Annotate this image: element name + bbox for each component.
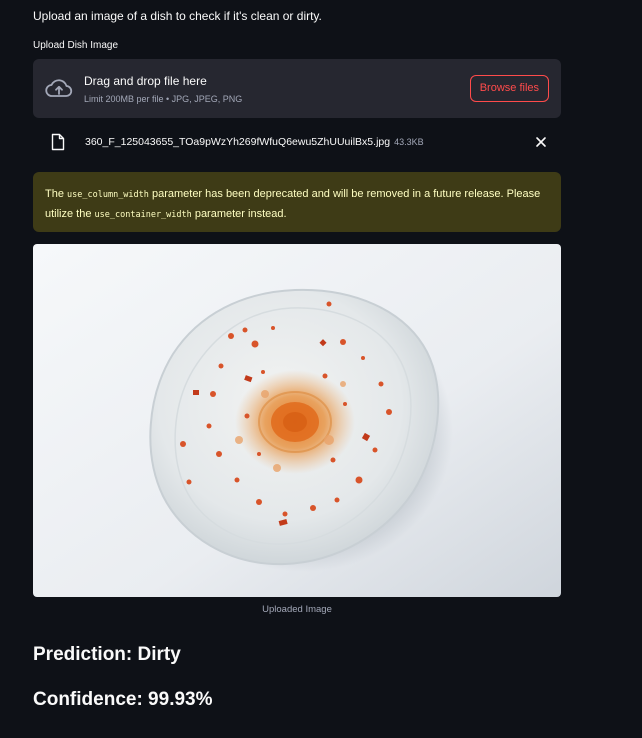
file-icon: [51, 133, 65, 151]
uploaded-file-row: 360_F_125043655_TOa9pWzYh269fWfuQ6ewu5Zh…: [33, 128, 561, 156]
confidence-heading: Confidence: 99.93%: [33, 689, 213, 710]
file-size: 43.3KB: [394, 137, 424, 147]
file-name: 360_F_125043655_TOa9pWzYh269fWfuQ6ewu5Zh…: [85, 136, 424, 148]
deprecation-warning: The use_column_width parameter has been …: [33, 172, 561, 232]
warning-code-1: use_column_width: [67, 190, 149, 200]
dropzone-limit: Limit 200MB per file • JPG, JPEG, PNG: [84, 94, 243, 104]
uploader-label: Upload Dish Image: [33, 40, 119, 51]
app-page: Upload an image of a dish to check if it…: [0, 0, 642, 738]
file-name-text: 360_F_125043655_TOa9pWzYh269fWfuQ6ewu5Zh…: [85, 136, 391, 148]
uploaded-image: [33, 244, 561, 597]
dirty-plate-photo: [33, 244, 561, 597]
image-caption: Uploaded Image: [262, 604, 332, 615]
close-icon[interactable]: [533, 134, 549, 150]
warning-text-3: parameter instead.: [191, 208, 287, 220]
warning-code-2: use_container_width: [94, 210, 192, 220]
warning-text-1: The: [45, 188, 68, 200]
cloud-upload-icon: [45, 79, 73, 97]
file-dropzone[interactable]: Drag and drop file here Limit 200MB per …: [33, 59, 561, 118]
dropzone-title: Drag and drop file here: [84, 74, 207, 88]
intro-text: Upload an image of a dish to check if it…: [33, 9, 322, 23]
prediction-heading: Prediction: Dirty: [33, 644, 181, 665]
browse-files-button[interactable]: Browse files: [469, 75, 549, 102]
